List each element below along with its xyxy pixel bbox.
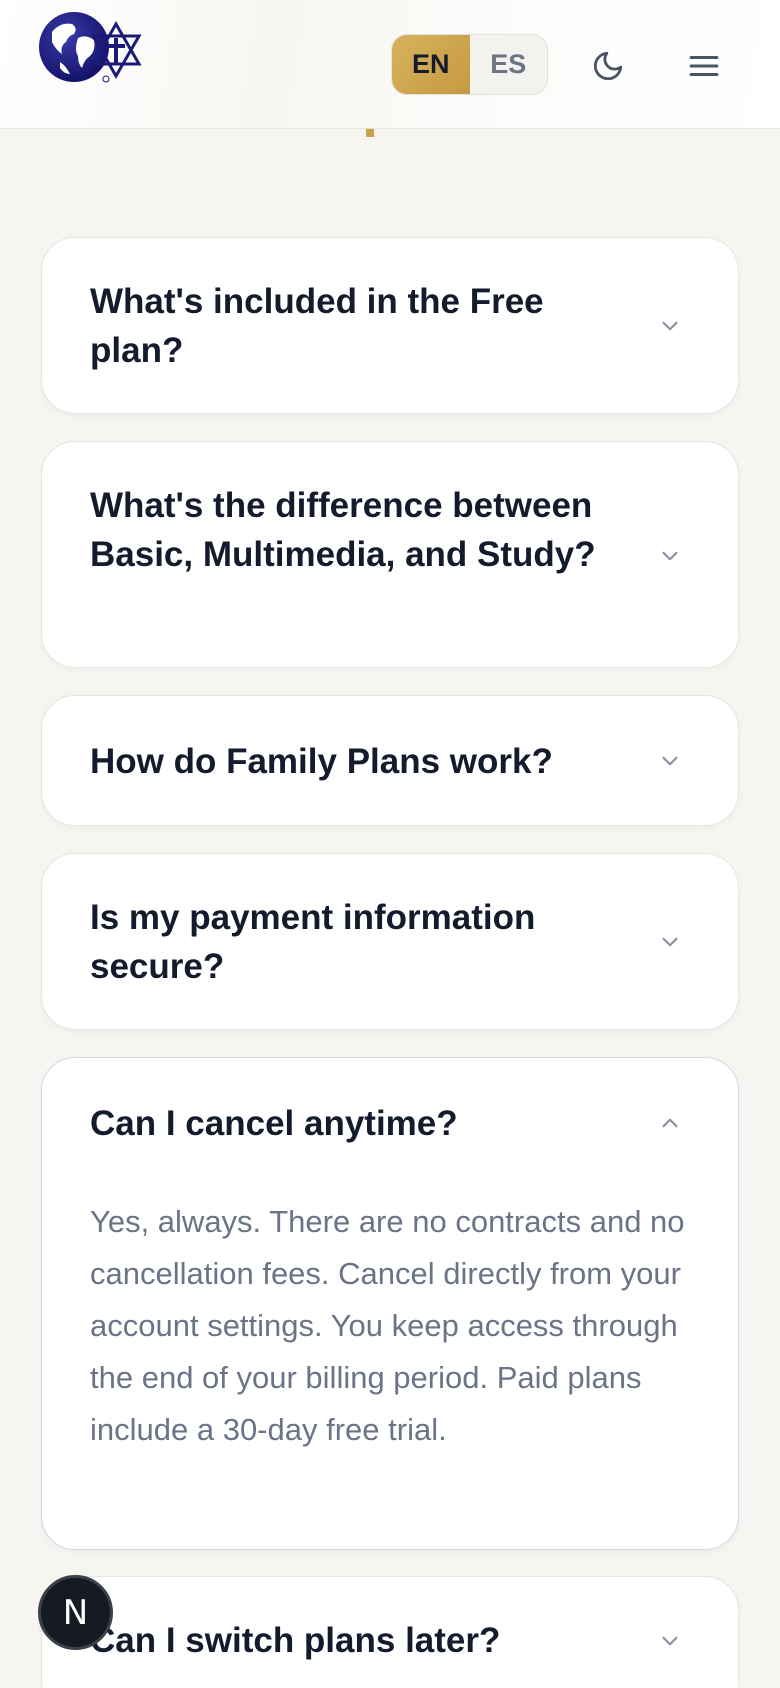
lang-es-button[interactable]: ES	[470, 35, 548, 94]
hamburger-menu-icon	[689, 55, 719, 77]
faq-item-switch-plans[interactable]: Can I switch plans later?	[41, 1576, 739, 1688]
language-toggle: EN ES	[391, 34, 548, 95]
faq-item-cancel-anytime[interactable]: Can I cancel anytime? Yes, always. There…	[41, 1057, 739, 1550]
theme-toggle-button[interactable]	[586, 44, 630, 88]
faq-answer: Yes, always. There are no contracts and …	[90, 1204, 685, 1447]
faq-question[interactable]: How do Family Plans work?	[90, 737, 610, 786]
menu-button[interactable]	[682, 44, 726, 88]
chevron-down-icon[interactable]	[655, 1626, 685, 1656]
chevron-down-icon[interactable]	[655, 311, 685, 341]
faq-question[interactable]: Can I switch plans later?	[90, 1616, 610, 1665]
chevron-down-icon[interactable]	[655, 927, 685, 957]
faq-item-plan-difference[interactable]: What's the difference between Basic, Mul…	[41, 441, 739, 668]
globe-star-cross-logo[interactable]	[38, 10, 150, 86]
faq-question[interactable]: Is my payment information secure?	[90, 893, 610, 991]
faq-question[interactable]: What's included in the Free plan?	[90, 277, 610, 375]
chevron-up-icon[interactable]	[655, 1108, 685, 1138]
dev-tools-button[interactable]: N	[38, 1575, 113, 1650]
faq-item-family-plans[interactable]: How do Family Plans work?	[41, 695, 739, 826]
top-header: EN ES	[0, 0, 780, 129]
faq-question[interactable]: What's the difference between Basic, Mul…	[90, 481, 610, 579]
fab-label: N	[62, 1592, 89, 1633]
section-divider-mark	[366, 129, 374, 137]
faq-item-payment-security[interactable]: Is my payment information secure?	[41, 853, 739, 1030]
faq-question[interactable]: Can I cancel anytime?	[90, 1099, 610, 1148]
chevron-down-icon[interactable]	[655, 541, 685, 571]
lang-en-button[interactable]: EN	[392, 35, 470, 94]
faq-item-free-plan[interactable]: What's included in the Free plan?	[41, 237, 739, 414]
chevron-down-icon[interactable]	[655, 746, 685, 776]
moon-icon	[593, 51, 623, 81]
